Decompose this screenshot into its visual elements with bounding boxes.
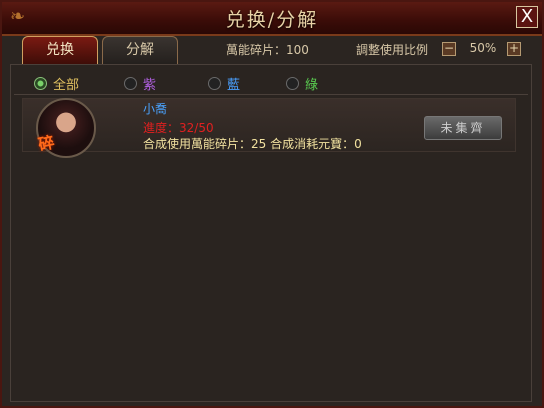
tab-exchange[interactable]: 兑换	[22, 36, 98, 64]
filter-all[interactable]: 全部	[34, 74, 80, 93]
filter-purple-label: 紫	[143, 78, 157, 93]
filter-all-label: 全部	[53, 78, 80, 93]
item-name: 小喬	[143, 102, 168, 116]
radio-unselected-icon	[124, 77, 137, 90]
filter-green-label: 綠	[305, 78, 319, 93]
filter-blue[interactable]: 藍	[208, 74, 241, 93]
divider	[14, 94, 528, 95]
ratio-increase-button[interactable]: +	[507, 42, 521, 56]
close-button[interactable]: X	[516, 6, 538, 28]
radio-unselected-icon	[286, 77, 299, 90]
synthesize-button[interactable]: 未集齊	[424, 116, 502, 140]
ratio-value: 50%	[469, 41, 497, 55]
title-bar: ❧ 兑换/分解	[2, 2, 542, 36]
tab-decompose[interactable]: 分解	[102, 36, 178, 64]
ratio-label: 調整使用比例	[356, 43, 429, 57]
item-progress: 進度：32/50	[143, 121, 214, 135]
window-title: 兑换/分解	[225, 9, 319, 31]
filter-purple[interactable]: 紫	[124, 74, 157, 93]
ratio-decrease-button[interactable]: −	[442, 42, 456, 56]
radio-selected-icon	[34, 77, 47, 90]
radio-unselected-icon	[208, 77, 221, 90]
item-cost: 合成使用萬能碎片：25 合成消耗元寶：0	[143, 137, 362, 151]
filter-blue-label: 藍	[227, 78, 241, 93]
filter-green[interactable]: 綠	[286, 74, 319, 93]
universal-shards-count: 萬能碎片：100	[226, 43, 309, 57]
